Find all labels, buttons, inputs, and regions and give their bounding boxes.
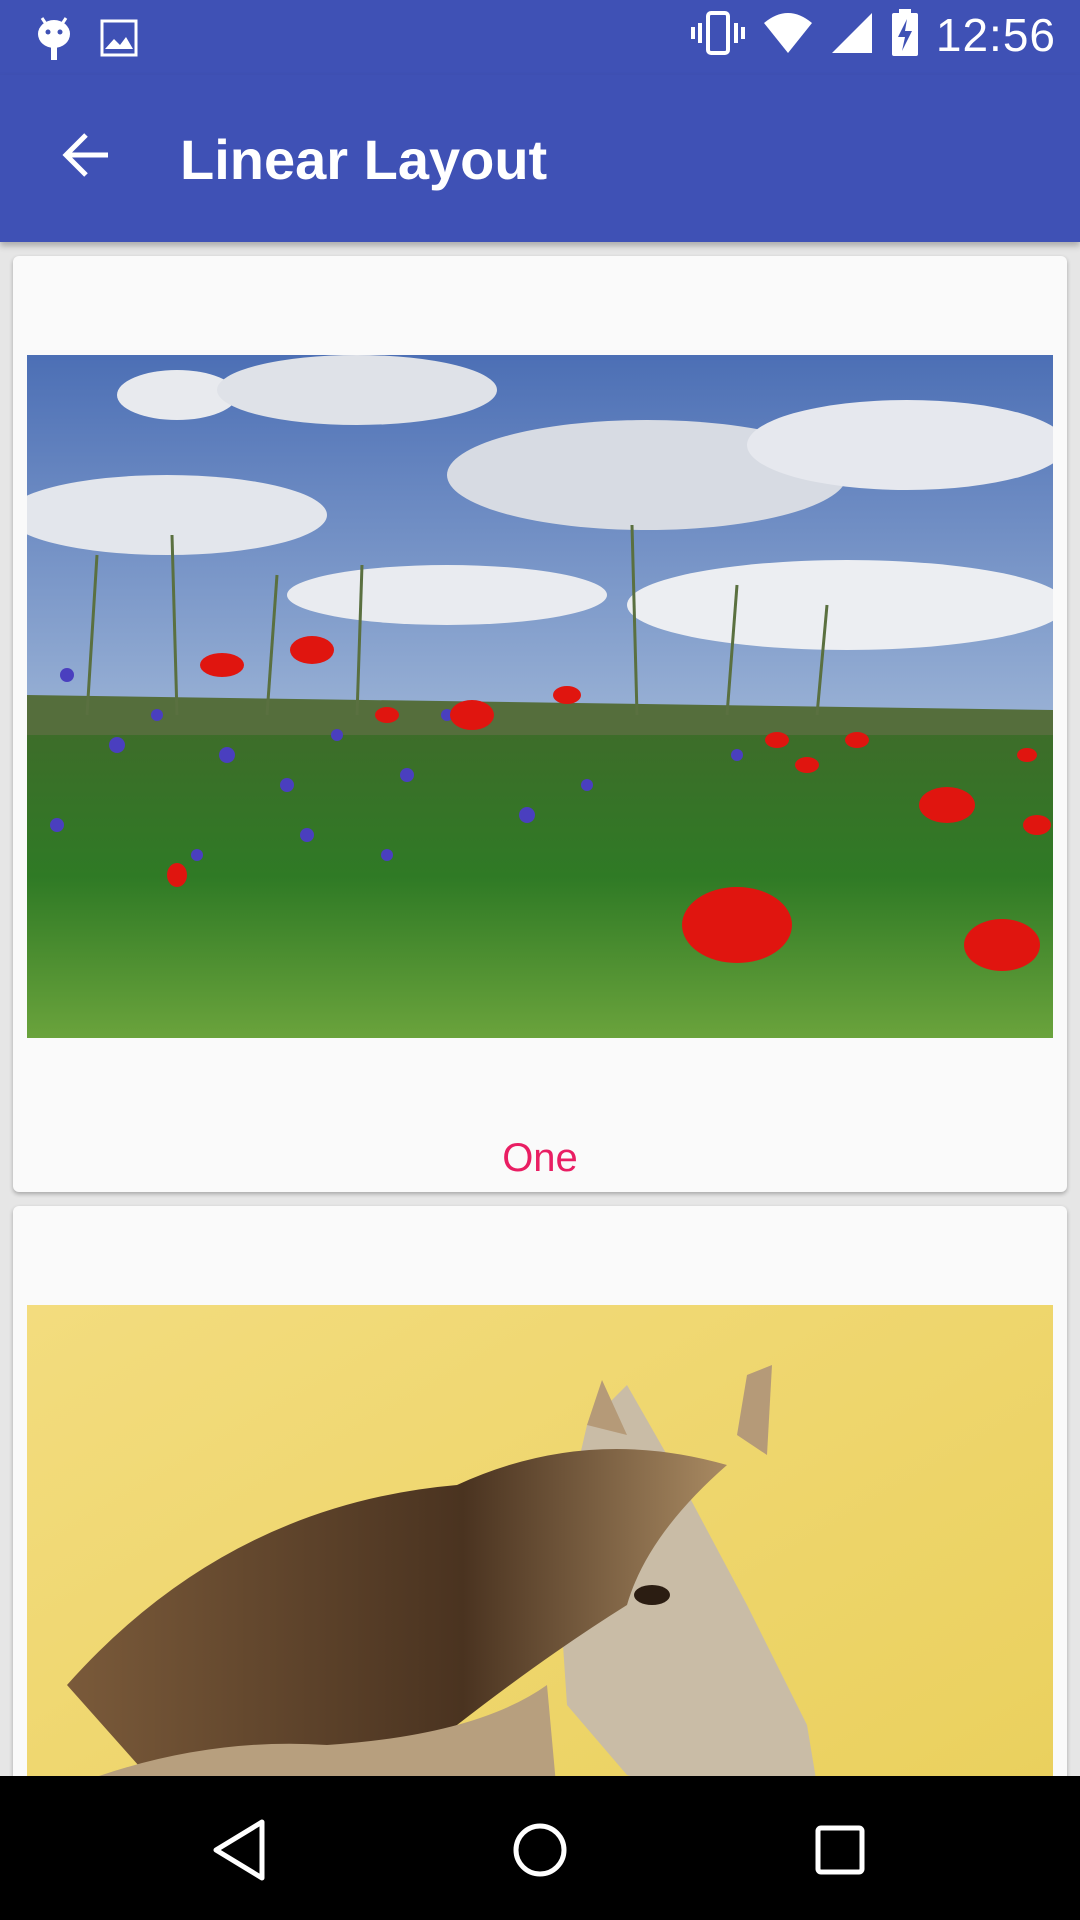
linear-layout-list[interactable]: One [0,242,1080,1776]
card-label: One [502,1136,578,1180]
flower-field-image [27,355,1053,1038]
recents-square-icon [812,1822,868,1883]
image-icon [100,19,138,62]
arrow-back-icon [60,129,112,186]
card-two[interactable] [13,1206,1067,1776]
nav-home-button[interactable] [500,1812,580,1892]
horse-image [27,1305,1053,1776]
signal-icon [830,11,874,60]
status-bar: 12:56 [0,0,1080,75]
home-circle-icon [510,1820,570,1885]
navigation-bar [0,1776,1080,1920]
wifi-icon [762,11,814,60]
vibrate-icon [690,9,746,62]
app-bar: Linear Layout [0,75,1080,242]
page-title: Linear Layout [180,128,548,191]
battery-charging-icon [890,8,920,62]
android-icon [34,14,74,67]
card-one[interactable]: One [13,256,1067,1192]
back-triangle-icon [210,1818,270,1887]
back-button[interactable] [44,115,128,199]
nav-back-button[interactable] [200,1812,280,1892]
status-time: 12:56 [935,9,1056,61]
nav-recents-button[interactable] [800,1812,880,1892]
